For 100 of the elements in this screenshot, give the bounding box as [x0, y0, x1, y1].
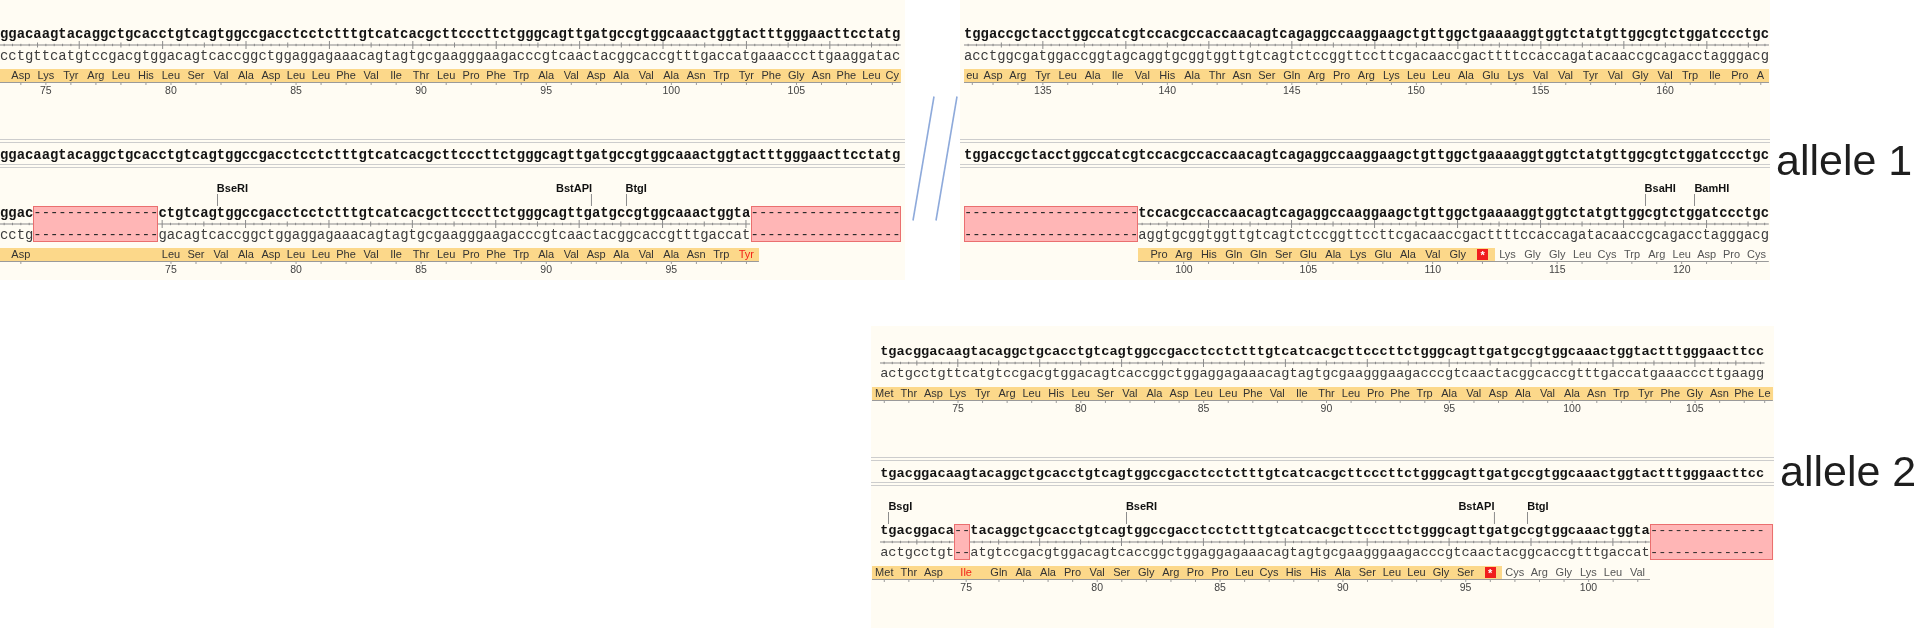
enzyme-label: BtgI	[1527, 500, 1549, 512]
cut-site-line	[1125, 512, 1127, 524]
stop-codon-marker: *	[1484, 567, 1496, 578]
amino-acid-label: Val	[638, 68, 654, 82]
amino-acid-label: Val	[213, 68, 229, 82]
residue-number: 90	[415, 84, 427, 96]
complementary-sequence: atgtccgacgtggacagtcaccggctggaggagaaacagtagtgcgaagggaagacccgtcaactacggcaccgtttgaccat	[970, 546, 1651, 560]
amino-acid-label: Val	[1607, 68, 1623, 82]
amino-acid-label: Cys	[1746, 247, 1766, 261]
amino-acid-label: His	[1200, 247, 1217, 261]
amino-acid-label: Val	[1539, 387, 1555, 400]
amino-acid-label: Val	[1425, 247, 1441, 261]
amino-acid-label: Pro	[1064, 566, 1082, 579]
amino-acid-label: Leu	[1431, 68, 1451, 82]
amino-acid-label: Lys	[1580, 566, 1597, 579]
amino-acid-label: Tyr	[1582, 68, 1599, 82]
amino-acid-label: Phe	[836, 68, 857, 82]
amino-acid-label: Thr	[1318, 387, 1335, 400]
amino-acid-label: Phe	[336, 68, 356, 82]
residue-number: 100	[1579, 582, 1598, 593]
amino-acid-label: Trp	[513, 68, 530, 82]
amino-acid-label: Phe	[1242, 387, 1263, 400]
amino-acid-label: Ala	[1514, 387, 1531, 400]
amino-acid-label: Ser	[187, 247, 205, 261]
amino-acid-label: Cys	[1505, 566, 1525, 579]
amino-acid-label: Phe	[1734, 387, 1754, 400]
amino-acid-label: Leu	[286, 68, 306, 82]
amino-acid-label: Leu	[1071, 387, 1090, 400]
amino-acid-label: Tyr	[63, 68, 79, 82]
residue-number: 85	[415, 263, 427, 275]
amino-acid-label: Phe	[486, 247, 506, 261]
complementary-sequence: gacagtcaccggctggaggagaaacagtagtgcgaagggaagacccgtcaactacggcaccgtttgaccat	[158, 227, 751, 242]
amino-acid-label: Asn	[1232, 68, 1252, 82]
amino-acid-label: Cys	[1259, 566, 1279, 579]
enzyme-label: BseRI	[1125, 500, 1158, 512]
enzyme-label: BstAPI	[1458, 500, 1495, 512]
amino-acid-label: Phe	[1660, 387, 1681, 400]
amino-acid-label: Val	[1269, 387, 1285, 400]
amino-acid-label: Leu	[1218, 387, 1238, 400]
amino-acid-label: Lys	[37, 68, 55, 82]
amino-acid-label: Ser	[1358, 566, 1376, 579]
amino-acid-label: Lys	[949, 387, 967, 400]
gap-dashes: --------------	[1650, 546, 1766, 560]
amino-acid-label: Leu	[436, 68, 456, 82]
reference-sequence: tggaccgctacctggccatcgtccacgccaccaacagtcagaggccaaggaagctgttggctgaaaaggtggtctatgttggcgtctggatccctgc	[964, 148, 1769, 162]
amino-acid-label: Trp	[513, 247, 530, 261]
amino-acid-label: Ile	[390, 247, 402, 261]
amino-acid-label: Ala	[1184, 68, 1201, 82]
amino-acid-label: Asp	[261, 68, 281, 82]
amino-acid-label: His	[137, 68, 154, 82]
amino-acid-label: Leu	[1022, 387, 1041, 400]
residue-number: 85	[290, 84, 302, 96]
amino-acid-label: Gly	[1449, 247, 1466, 261]
amino-acid-label: Ser	[187, 68, 205, 82]
amino-acid-label: Cy	[885, 68, 899, 82]
amino-acid-label: Gly	[1549, 247, 1566, 261]
amino-acid-label: Pro	[1211, 566, 1229, 579]
cut-site-line	[1694, 193, 1696, 206]
amino-acid-label: His	[1285, 566, 1302, 579]
reference-sequence: ggacaagtacaggctgcacctgtcagtggccgacctcctctttgtcatcacgcttcccttctgggcagttgatgccgtggcaaactggtactttgggaacttcctatg	[0, 148, 901, 162]
amino-acid-label: Ala	[1458, 68, 1474, 82]
residue-number: 115	[1548, 263, 1566, 275]
amino-acid-label: Ala	[1400, 247, 1416, 261]
amino-acid-label: Arg	[1162, 566, 1180, 579]
amino-acid-label: Arg	[1357, 68, 1375, 82]
residue-number: 145	[1282, 84, 1301, 96]
amino-acid-label: Arg	[1175, 247, 1193, 261]
allele-label: allele 1	[1776, 136, 1913, 184]
amino-acid-label: Val	[363, 247, 379, 261]
amino-acid-label: Gln	[1225, 247, 1243, 261]
amino-acid-label: Asp	[983, 68, 1003, 82]
amino-acid-label: Leu	[862, 68, 881, 82]
amino-acid-label: Leu	[1573, 247, 1592, 261]
residue-number: 80	[290, 263, 302, 275]
amino-acid-label: Val	[1089, 566, 1105, 579]
amino-acid-label: Trp	[1623, 247, 1640, 261]
amino-acid-label: Gly	[1555, 566, 1573, 579]
enzyme-label: BamHI	[1694, 181, 1730, 194]
amino-acid-label: Glu	[1482, 68, 1500, 82]
amino-acid-label: Asn	[1709, 387, 1729, 400]
amino-acid-label: Val	[363, 68, 379, 82]
amino-acid-label: Thr	[412, 68, 430, 82]
amino-acid-label: Asn	[1587, 387, 1607, 400]
cut-site-line	[625, 193, 627, 206]
amino-acid-label: Ile	[1111, 68, 1124, 82]
amino-acid-label: Val	[638, 247, 654, 261]
amino-acid-label: Val	[563, 247, 579, 261]
amino-acid-label: Asp	[586, 247, 606, 261]
amino-acid-label: Pro	[1731, 68, 1749, 82]
amino-acid-label: Val	[563, 68, 579, 82]
amino-acid-label: Ser	[1457, 566, 1475, 579]
amino-acid-label: Leu	[311, 247, 331, 261]
allele-label: allele 2	[1780, 447, 1917, 495]
gap-dashes: --	[953, 546, 971, 560]
amino-acid-label: His	[1310, 566, 1327, 579]
dna-sequence: tacaggctgcacctgtcagtggccgacctcctctttgtcatcacgcttcccttctgggcagttgatgccgtggcaaactggta	[970, 524, 1651, 538]
amino-acid-label: Ile	[1709, 68, 1721, 82]
residue-number: 100	[1563, 403, 1581, 414]
enzyme-label: BstAPI	[556, 181, 593, 194]
amino-acid-label: Ala	[1084, 68, 1101, 82]
